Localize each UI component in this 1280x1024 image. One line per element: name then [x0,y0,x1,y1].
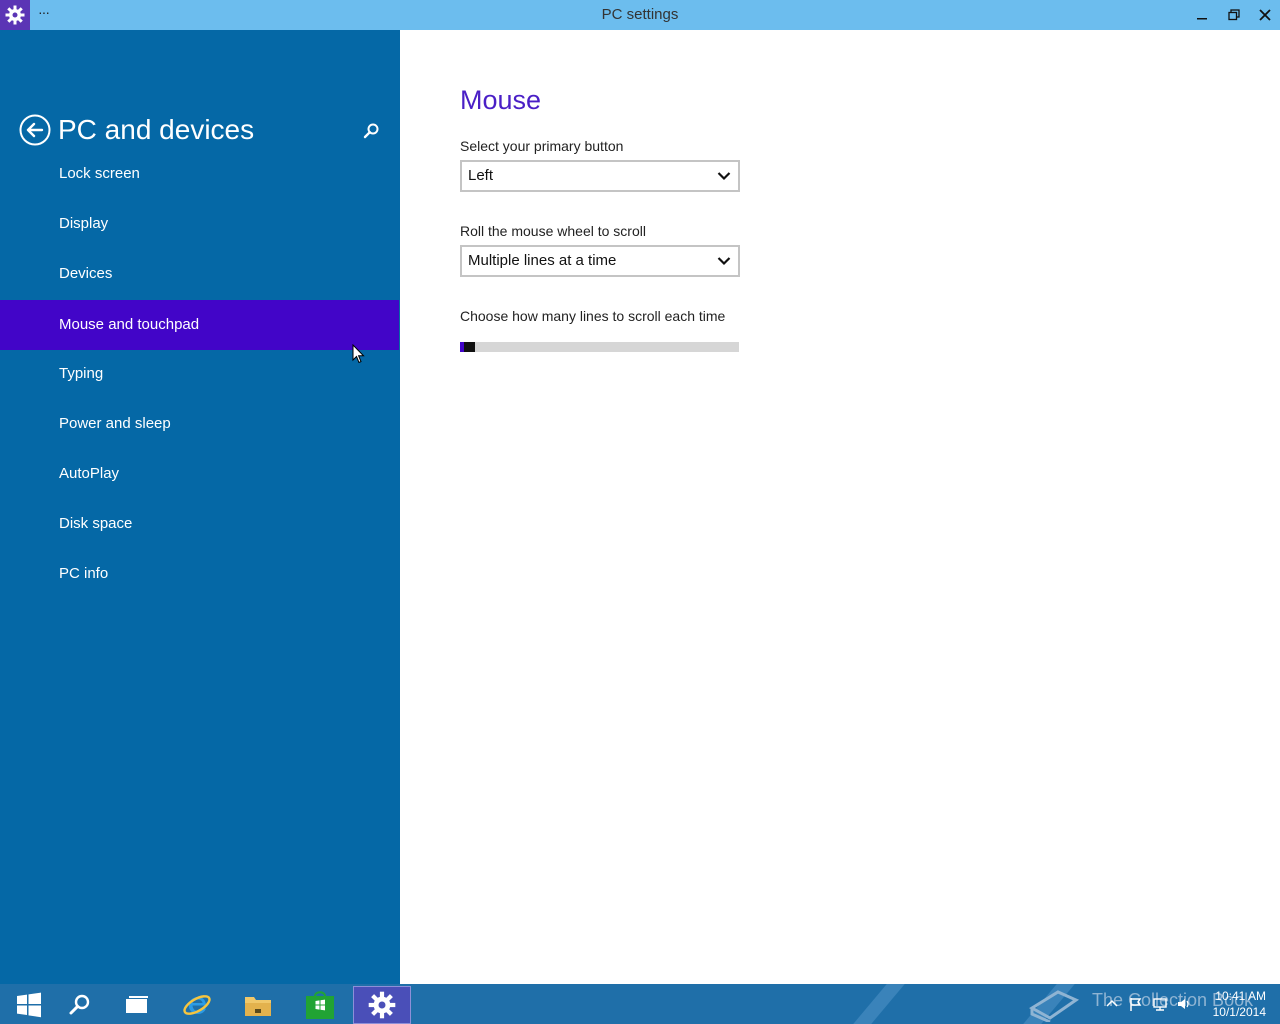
sidebar-item-autoplay[interactable]: AutoPlay [0,449,399,499]
taskbar: The Collection Book 10:41 AM 10/1/2014 [0,984,1280,1024]
sidebar-item-lock-screen[interactable]: Lock screen [0,149,399,199]
task-view-button[interactable] [108,986,166,1024]
flag-icon[interactable] [1128,996,1144,1012]
sidebar-title: PC and devices [58,114,255,145]
sidebar-item-disk-space[interactable]: Disk space [0,499,399,549]
book-watermark-icon [1029,990,1080,1022]
show-hidden-icon[interactable] [1104,996,1120,1012]
slider-thumb[interactable] [464,342,475,352]
close-button[interactable] [1249,0,1280,30]
sidebar-item-label: Lock screen [59,165,140,182]
wheel-scroll-dropdown[interactable]: Multiple lines at a time [460,245,740,277]
sidebar-item-label: Typing [59,365,104,382]
sidebar-item-label: Mouse and touchpad [59,316,200,333]
wheel-scroll-value: Multiple lines at a time [468,252,617,269]
watermark-stripe [853,984,905,1024]
primary-button-dropdown[interactable]: Left [460,160,740,192]
file-explorer-button[interactable] [229,986,287,1024]
network-icon[interactable] [1152,996,1168,1012]
start-button[interactable] [0,986,58,1024]
app-commands-button[interactable]: ··· [38,5,52,21]
scroll-lines-label: Choose how many lines to scroll each tim… [460,308,726,324]
page-title: Mouse [460,85,542,115]
internet-explorer-icon [183,995,211,1015]
store-button[interactable] [291,986,349,1024]
chevron-down-icon [717,257,731,266]
sidebar-item-display[interactable]: Display [0,199,399,249]
minimize-icon [1197,18,1207,20]
sidebar-item-label: Devices [59,265,113,282]
volume-icon[interactable] [1176,996,1192,1012]
windows-start-icon [17,992,41,1018]
back-button[interactable] [19,114,51,146]
sidebar-item-power-and-sleep[interactable]: Power and sleep [0,399,399,449]
settings-gear-icon [368,991,396,1019]
taskbar-search-button[interactable] [51,986,109,1024]
file-explorer-icon [245,997,271,1016]
sidebar-item-label: Power and sleep [59,415,171,432]
sidebar-item-mouse-and-touchpad[interactable]: Mouse and touchpad [0,300,399,350]
pc-settings-taskbar-button[interactable] [353,986,411,1024]
back-arrow-icon [19,114,51,146]
search-icon [69,994,90,1015]
gear-icon[interactable] [0,0,30,30]
clock-time: 10:41 AM [1215,989,1266,1003]
search-icon [363,123,379,139]
chevron-down-icon [717,172,731,181]
clock-date: 10/1/2014 [1212,1005,1266,1019]
sidebar-item-typing[interactable]: Typing [0,349,399,399]
sidebar-item-label: Display [59,215,109,232]
sidebar: PC and devices Lock screen Display Devic… [0,30,400,984]
primary-button-label: Select your primary button [460,138,624,154]
title-bar: ··· PC settings [0,0,1280,30]
window-title: PC settings [601,6,679,23]
mouse-pointer-icon [352,344,365,364]
search-button[interactable] [360,120,382,142]
task-view-icon [126,996,148,1013]
sidebar-item-devices[interactable]: Devices [0,249,399,299]
minimize-button[interactable] [1186,0,1218,30]
restore-icon [1228,9,1240,21]
internet-explorer-button[interactable] [168,986,226,1024]
sidebar-item-label: AutoPlay [59,465,120,482]
sidebar-item-label: PC info [59,565,109,582]
scroll-lines-slider[interactable] [460,342,739,352]
sidebar-item-label: Disk space [59,515,133,532]
store-icon [306,991,334,1019]
primary-button-value: Left [468,167,494,184]
wheel-scroll-label: Roll the mouse wheel to scroll [460,223,646,239]
main-content: Mouse Select your primary button Left Ro… [400,30,1280,984]
close-icon [1259,9,1271,21]
sidebar-item-pc-info[interactable]: PC info [0,549,399,599]
taskbar-clock[interactable]: 10:41 AM 10/1/2014 [1196,988,1266,1020]
restore-button[interactable] [1218,0,1250,30]
